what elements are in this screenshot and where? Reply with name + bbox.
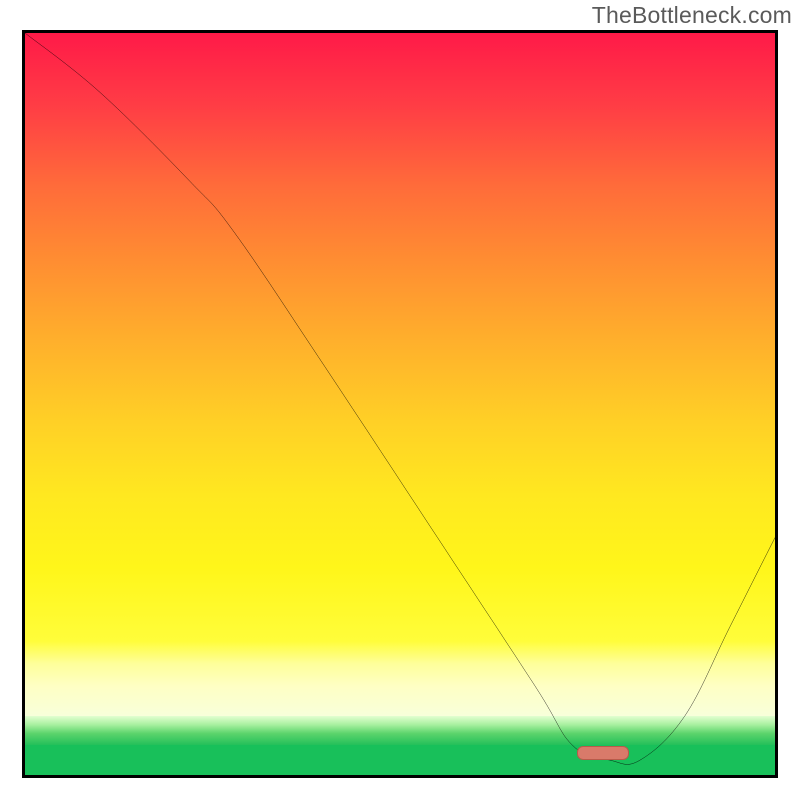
curve-svg xyxy=(25,33,775,775)
watermark-text: TheBottleneck.com xyxy=(592,2,792,29)
bottleneck-curve-path xyxy=(25,33,775,764)
bottleneck-chart xyxy=(22,30,778,778)
optimal-marker xyxy=(577,746,629,760)
